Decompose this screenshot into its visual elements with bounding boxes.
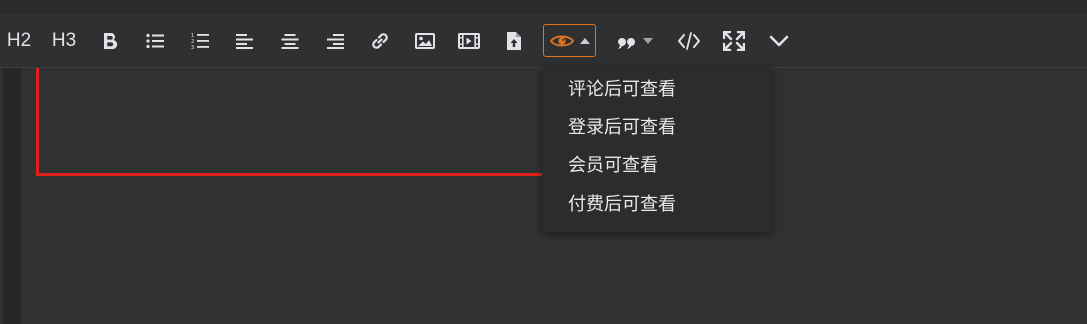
video-icon bbox=[458, 32, 480, 49]
dropdown-item-member[interactable]: 会员可查看 bbox=[542, 145, 771, 183]
dropdown-item-login[interactable]: 登录后可查看 bbox=[542, 107, 771, 145]
ordered-list-button[interactable]: 1 2 3 bbox=[189, 14, 211, 67]
caret-up-icon bbox=[580, 37, 590, 44]
link-icon bbox=[372, 32, 388, 49]
dropdown-item-paid[interactable]: 付费后可查看 bbox=[542, 184, 771, 222]
fullscreen-button[interactable] bbox=[722, 14, 746, 67]
upload-file-icon bbox=[507, 31, 521, 50]
video-button[interactable] bbox=[457, 14, 481, 67]
align-right-button[interactable] bbox=[324, 14, 346, 67]
hide-content-button[interactable] bbox=[543, 24, 596, 57]
bullet-list-icon bbox=[146, 33, 164, 48]
image-button[interactable] bbox=[413, 14, 437, 67]
bold-icon bbox=[104, 32, 118, 49]
caret-down-icon bbox=[643, 37, 653, 44]
hide-content-dropdown: 评论后可查看 登录后可查看 会员可查看 付费后可查看 bbox=[542, 66, 771, 232]
dropdown-item-comment[interactable]: 评论后可查看 bbox=[542, 69, 771, 107]
code-button[interactable] bbox=[677, 14, 701, 67]
align-left-icon bbox=[236, 33, 253, 49]
bold-button[interactable] bbox=[98, 14, 122, 67]
quote-icon bbox=[618, 37, 635, 49]
align-left-button[interactable] bbox=[234, 14, 256, 67]
annotation-line-horizontal bbox=[36, 173, 544, 176]
more-button[interactable] bbox=[767, 14, 791, 67]
eye-icon bbox=[550, 35, 574, 46]
upload-file-button[interactable] bbox=[503, 14, 525, 67]
top-strip bbox=[0, 0, 1087, 14]
image-icon bbox=[415, 32, 435, 49]
align-center-icon bbox=[281, 33, 299, 49]
svg-text:3: 3 bbox=[191, 45, 194, 50]
quote-button[interactable] bbox=[611, 14, 659, 67]
align-right-icon bbox=[327, 33, 344, 49]
annotation-line-vertical bbox=[36, 68, 39, 176]
code-icon bbox=[678, 31, 700, 50]
fullscreen-icon bbox=[723, 30, 745, 51]
ordered-list-icon: 1 2 3 bbox=[191, 33, 209, 50]
heading-2-button[interactable]: H2 bbox=[2, 14, 36, 67]
heading-3-button[interactable]: H3 bbox=[47, 14, 81, 67]
bullet-list-button[interactable] bbox=[144, 14, 166, 67]
editor-gutter bbox=[3, 68, 21, 324]
align-center-button[interactable] bbox=[279, 14, 301, 67]
chevron-down-icon bbox=[769, 35, 789, 46]
link-button[interactable] bbox=[368, 14, 392, 67]
